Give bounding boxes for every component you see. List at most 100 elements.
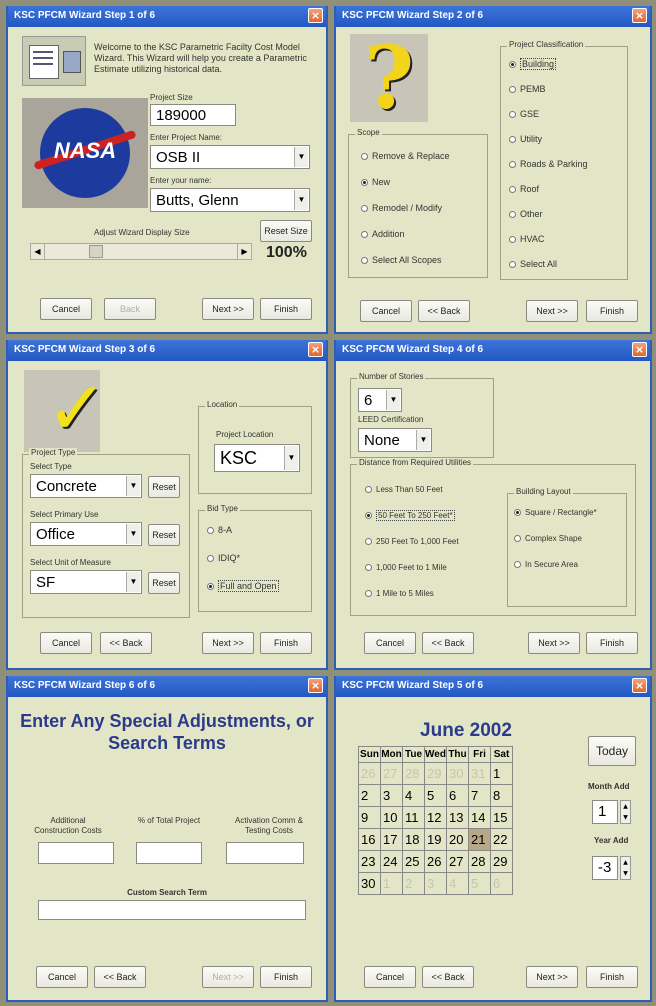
leed-combo[interactable]: None ▼ bbox=[358, 428, 432, 452]
year-add-input[interactable]: -3 bbox=[592, 856, 618, 880]
back-button[interactable]: << Back bbox=[422, 966, 474, 988]
unit-combo[interactable]: SF ▼ bbox=[30, 570, 142, 594]
calendar-day[interactable]: 28 bbox=[402, 762, 425, 785]
month-add-spinner[interactable]: ▲ ▼ bbox=[620, 800, 631, 824]
chevron-down-icon[interactable]: ▼ bbox=[126, 524, 140, 544]
class-option[interactable]: Building bbox=[509, 58, 557, 70]
cancel-button[interactable]: Cancel bbox=[40, 298, 92, 320]
calendar-day[interactable]: 6 bbox=[446, 784, 469, 807]
calendar-day[interactable]: 23 bbox=[358, 850, 381, 873]
radio-icon[interactable] bbox=[207, 555, 214, 562]
radio-icon[interactable] bbox=[365, 564, 372, 571]
radio-icon[interactable] bbox=[509, 186, 516, 193]
next-button[interactable]: Next >> bbox=[528, 632, 580, 654]
calendar-day[interactable]: 27 bbox=[380, 762, 403, 785]
chevron-down-icon[interactable]: ▼ bbox=[126, 572, 140, 592]
calendar-day[interactable]: 5 bbox=[468, 872, 491, 895]
calendar-day[interactable]: 6 bbox=[490, 872, 513, 895]
scope-option[interactable]: Select All Scopes bbox=[361, 255, 442, 265]
finish-button[interactable]: Finish bbox=[260, 632, 312, 654]
layout-option[interactable]: Complex Shape bbox=[514, 534, 582, 543]
calendar-day[interactable]: 29 bbox=[490, 850, 513, 873]
close-icon[interactable]: × bbox=[308, 8, 323, 23]
calendar-day[interactable]: 1 bbox=[490, 762, 513, 785]
radio-icon[interactable] bbox=[365, 590, 372, 597]
calendar-day[interactable]: 4 bbox=[446, 872, 469, 895]
calendar-day[interactable]: 1 bbox=[380, 872, 403, 895]
today-button[interactable]: Today bbox=[588, 736, 636, 766]
calendar-day[interactable]: 25 bbox=[402, 850, 425, 873]
radio-icon[interactable] bbox=[514, 509, 521, 516]
scope-option[interactable]: Remove & Replace bbox=[361, 151, 450, 161]
back-button[interactable]: << Back bbox=[94, 966, 146, 988]
calendar-day[interactable]: 20 bbox=[446, 828, 469, 851]
calendar-day[interactable]: 9 bbox=[358, 806, 381, 829]
chevron-down-icon[interactable]: ▼ bbox=[416, 430, 430, 450]
chevron-down-icon[interactable]: ▼ bbox=[126, 476, 140, 496]
calendar-day[interactable]: 7 bbox=[468, 784, 491, 807]
radio-icon[interactable] bbox=[365, 538, 372, 545]
cancel-button[interactable]: Cancel bbox=[40, 632, 92, 654]
calendar-day[interactable]: 12 bbox=[424, 806, 447, 829]
radio-icon[interactable] bbox=[361, 231, 368, 238]
calendar-day[interactable]: 4 bbox=[402, 784, 425, 807]
reset-type-button[interactable]: Reset bbox=[148, 476, 180, 498]
calendar-day[interactable]: 17 bbox=[380, 828, 403, 851]
calendar-day[interactable]: 13 bbox=[446, 806, 469, 829]
radio-icon[interactable] bbox=[207, 583, 214, 590]
class-option[interactable]: Other bbox=[509, 209, 543, 219]
calendar-day[interactable]: 16 bbox=[358, 828, 381, 851]
chevron-down-icon[interactable]: ▼ bbox=[294, 147, 308, 167]
display-size-scrollbar[interactable]: ◀ ▶ bbox=[30, 243, 252, 260]
calendar-day[interactable]: 15 bbox=[490, 806, 513, 829]
chevron-down-icon[interactable]: ▼ bbox=[294, 190, 308, 210]
calendar-day[interactable]: 24 bbox=[380, 850, 403, 873]
type-combo[interactable]: Concrete ▼ bbox=[30, 474, 142, 498]
scope-option[interactable]: Addition bbox=[361, 229, 405, 239]
cancel-button[interactable]: Cancel bbox=[364, 632, 416, 654]
calendar-day[interactable]: 29 bbox=[424, 762, 447, 785]
calendar-day[interactable]: 2 bbox=[402, 872, 425, 895]
location-combo[interactable]: KSC ▼ bbox=[214, 444, 300, 472]
class-option[interactable]: HVAC bbox=[509, 234, 544, 244]
radio-icon[interactable] bbox=[365, 486, 372, 493]
back-button[interactable]: << Back bbox=[422, 632, 474, 654]
radio-icon[interactable] bbox=[365, 512, 372, 519]
distance-option[interactable]: 50 Feet To 250 Feet* bbox=[365, 510, 455, 521]
close-icon[interactable]: × bbox=[308, 678, 323, 693]
radio-icon[interactable] bbox=[361, 179, 368, 186]
scope-option[interactable]: New bbox=[361, 177, 390, 187]
finish-button[interactable]: Finish bbox=[260, 966, 312, 988]
stories-combo[interactable]: 6 ▼ bbox=[358, 388, 402, 412]
radio-icon[interactable] bbox=[509, 111, 516, 118]
radio-icon[interactable] bbox=[509, 86, 516, 93]
radio-icon[interactable] bbox=[361, 153, 368, 160]
distance-option[interactable]: Less Than 50 Feet bbox=[365, 485, 443, 494]
scroll-thumb[interactable] bbox=[89, 245, 103, 258]
project-size-input[interactable]: 189000 bbox=[150, 104, 236, 126]
calendar-day[interactable]: 8 bbox=[490, 784, 513, 807]
calendar-day[interactable]: 26 bbox=[358, 762, 381, 785]
radio-icon[interactable] bbox=[361, 205, 368, 212]
calendar-day[interactable]: 30 bbox=[358, 872, 381, 895]
radio-icon[interactable] bbox=[509, 136, 516, 143]
calendar-day[interactable]: 2 bbox=[358, 784, 381, 807]
radio-icon[interactable] bbox=[509, 211, 516, 218]
next-button[interactable]: Next >> bbox=[202, 632, 254, 654]
scroll-right-icon[interactable]: ▶ bbox=[237, 244, 251, 259]
calendar-day[interactable]: 28 bbox=[468, 850, 491, 873]
calendar-day[interactable]: 22 bbox=[490, 828, 513, 851]
year-add-spinner[interactable]: ▲ ▼ bbox=[620, 856, 631, 880]
project-name-combo[interactable]: OSB II ▼ bbox=[150, 145, 310, 169]
finish-button[interactable]: Finish bbox=[586, 632, 638, 654]
class-option[interactable]: Roads & Parking bbox=[509, 159, 588, 169]
your-name-combo[interactable]: Butts, Glenn ▼ bbox=[150, 188, 310, 212]
back-button[interactable]: << Back bbox=[418, 300, 470, 322]
radio-icon[interactable] bbox=[207, 527, 214, 534]
close-icon[interactable]: × bbox=[632, 8, 647, 23]
class-option[interactable]: Select All bbox=[509, 259, 557, 269]
calendar-day[interactable]: 31 bbox=[468, 762, 491, 785]
calendar-day[interactable]: 5 bbox=[424, 784, 447, 807]
finish-button[interactable]: Finish bbox=[260, 298, 312, 320]
bid-option[interactable]: IDIQ* bbox=[207, 553, 240, 563]
